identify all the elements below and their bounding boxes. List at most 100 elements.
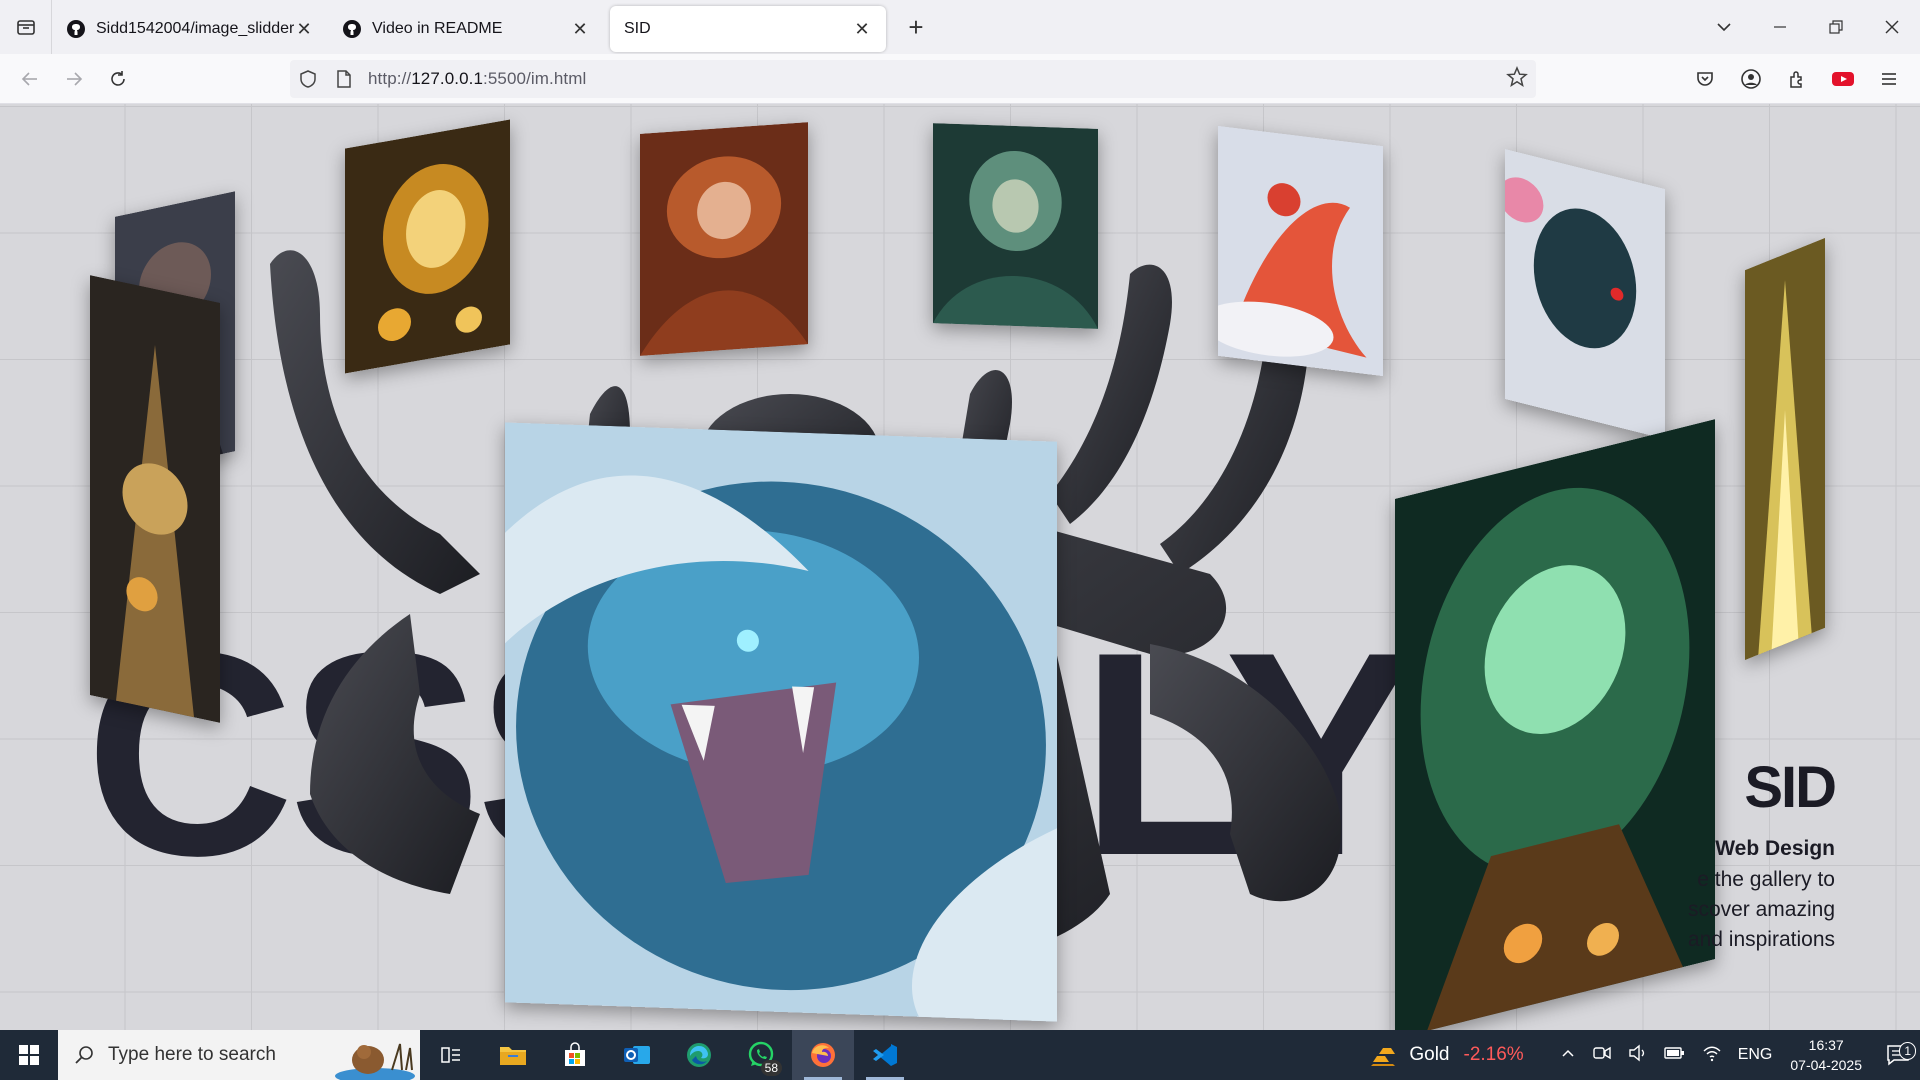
address-bar[interactable]: http://127.0.0.1:5500/im.html — [290, 60, 1536, 98]
puzzle-icon — [1790, 71, 1802, 88]
navigation-toolbar: http://127.0.0.1:5500/im.html — [0, 54, 1920, 104]
wifi-icon[interactable] — [1702, 1044, 1722, 1067]
tab-video-readme[interactable]: Video in README ✕ — [328, 6, 604, 52]
page-icon[interactable] — [326, 70, 362, 88]
github-icon — [342, 19, 362, 39]
shield-icon[interactable] — [290, 70, 326, 88]
arrow-right-icon — [67, 71, 83, 86]
search-icon — [75, 1046, 93, 1064]
reload-button[interactable] — [96, 59, 140, 99]
outlook-icon — [624, 1046, 650, 1064]
forward-button[interactable] — [52, 59, 96, 99]
youtube-extension-button[interactable] — [1820, 59, 1866, 99]
file-explorer-button[interactable] — [482, 1030, 544, 1080]
microsoft-store-button[interactable] — [544, 1030, 606, 1080]
close-tab-icon[interactable]: ✕ — [294, 19, 314, 39]
github-icon — [66, 19, 86, 39]
close-window-button[interactable] — [1864, 0, 1920, 54]
list-all-tabs-button[interactable] — [1696, 0, 1752, 54]
input-language[interactable]: ENG — [1738, 1046, 1773, 1064]
app-menu-button[interactable] — [1866, 59, 1912, 99]
clock-time: 16:37 — [1808, 1037, 1844, 1053]
tab-list-button[interactable] — [0, 0, 52, 54]
site-title: SID — [1744, 755, 1837, 820]
edge-icon — [687, 1043, 711, 1067]
tab-sid[interactable]: SID ✕ — [610, 6, 886, 52]
start-button[interactable] — [0, 1030, 58, 1080]
url-text: http://127.0.0.1:5500/im.html — [368, 69, 587, 88]
volume-icon[interactable] — [1628, 1044, 1648, 1067]
arrow-left-icon — [21, 71, 37, 86]
notification-center-button[interactable]: 1 — [1876, 1042, 1920, 1066]
account-button[interactable] — [1728, 59, 1774, 99]
pocket-icon — [1697, 72, 1713, 86]
tab-title: SID — [624, 20, 651, 37]
close-icon — [1885, 20, 1899, 34]
gallery-page: CSS LY — [0, 104, 1920, 1030]
dragon-card-8[interactable] — [1745, 237, 1825, 661]
extensions-button[interactable] — [1774, 59, 1820, 99]
dragon-card-3[interactable] — [345, 119, 510, 374]
back-button[interactable] — [8, 59, 52, 99]
site-subtitle: Web Design — [1715, 837, 1835, 860]
pocket-button[interactable] — [1682, 59, 1728, 99]
show-hidden-icons-chevron-icon[interactable] — [1560, 1045, 1576, 1066]
gold-label: Gold — [1409, 1044, 1450, 1065]
youtube-icon — [1832, 72, 1854, 86]
tab-list-icon — [16, 20, 35, 35]
vscode-icon — [873, 1044, 897, 1066]
windows-taskbar: Type here to search 58 Gold -2.16% ENG 1… — [0, 1030, 1920, 1080]
meet-now-icon[interactable] — [1592, 1044, 1612, 1067]
bookmark-star-icon[interactable] — [1506, 66, 1528, 93]
system-tray: Gold -2.16% ENG 16:37 07-04-2025 1 — [1369, 1030, 1920, 1080]
new-tab-button[interactable]: + — [896, 7, 936, 47]
site-description: e the gallery to scover amazing and insp… — [1688, 865, 1835, 955]
reload-icon — [111, 70, 125, 86]
dragon-card-6[interactable] — [1218, 125, 1383, 377]
account-icon — [1741, 69, 1761, 89]
restore-button[interactable] — [1808, 0, 1864, 54]
tab-title: Sidd1542004/image_slidder — [96, 20, 294, 37]
unread-badge: 58 — [760, 1060, 782, 1076]
firefox-icon — [811, 1043, 835, 1067]
dragon-card-featured[interactable] — [505, 422, 1057, 1022]
dragon-card-5[interactable] — [933, 123, 1098, 329]
windows-logo-icon — [19, 1045, 39, 1065]
gold-bars-icon — [1371, 1048, 1396, 1066]
clock[interactable]: 16:37 07-04-2025 — [1790, 1035, 1862, 1075]
search-placeholder: Type here to search — [108, 1044, 276, 1065]
whatsapp-button[interactable]: 58 — [730, 1030, 792, 1080]
hamburger-menu-icon — [1882, 73, 1896, 85]
edge-button[interactable] — [668, 1030, 730, 1080]
tab-bar: Sidd1542004/image_slidder ✕ Video in REA… — [0, 0, 1920, 54]
notification-count: 1 — [1899, 1042, 1916, 1060]
task-view-icon — [441, 1047, 460, 1063]
folder-icon — [500, 1047, 526, 1065]
gold-price-widget[interactable]: Gold -2.16% — [1369, 1042, 1524, 1068]
tab-title: Video in README — [372, 20, 503, 37]
tab-github-repo[interactable]: Sidd1542004/image_slidder ✕ — [52, 6, 328, 52]
description-line: and inspirations — [1687, 928, 1835, 951]
taskbar-search-box[interactable]: Type here to search — [58, 1030, 420, 1080]
dragon-card-2[interactable] — [90, 275, 220, 723]
minimize-button[interactable] — [1752, 0, 1808, 54]
store-icon — [565, 1042, 585, 1066]
battery-icon[interactable] — [1664, 1044, 1686, 1067]
outlook-button[interactable] — [606, 1030, 668, 1080]
close-tab-icon[interactable]: ✕ — [852, 19, 872, 39]
gold-change: -2.16% — [1463, 1044, 1524, 1065]
dragon-card-9[interactable] — [1395, 419, 1715, 1030]
search-highlight-beaver-icon — [335, 1043, 415, 1080]
restore-icon — [1829, 20, 1843, 34]
vscode-button[interactable] — [854, 1030, 916, 1080]
description-line: scover amazing — [1687, 898, 1835, 921]
task-view-button[interactable] — [420, 1030, 482, 1080]
minimize-icon — [1774, 26, 1786, 28]
intro-panel: SID Web Design e the gallery to scover a… — [1688, 755, 1837, 955]
description-line: e the gallery to — [1697, 868, 1835, 891]
dragon-card-4[interactable] — [640, 122, 808, 356]
close-tab-icon[interactable]: ✕ — [570, 19, 590, 39]
dragon-card-7[interactable] — [1505, 149, 1665, 439]
clock-date: 07-04-2025 — [1790, 1057, 1862, 1073]
firefox-button[interactable] — [792, 1030, 854, 1080]
